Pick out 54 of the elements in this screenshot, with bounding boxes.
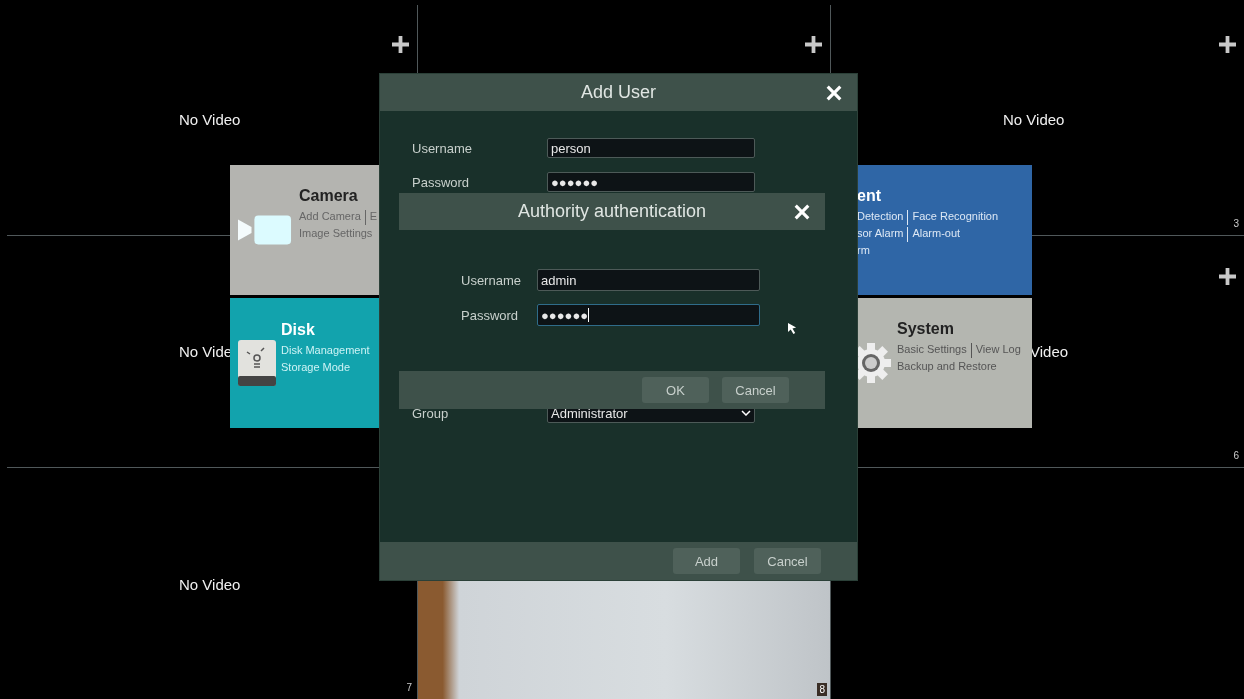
menu-link[interactable]: Add Camera — [299, 208, 361, 225]
caret-icon — [741, 410, 751, 416]
dialog-button[interactable]: Add — [673, 548, 740, 574]
menu-link[interactable]: View Log — [970, 343, 1021, 358]
channel-number: 7 — [406, 682, 412, 693]
field-label: Username — [412, 140, 473, 156]
menu-tile[interactable]: Camera Add Camera E Image Settings — [230, 165, 380, 295]
menu-link[interactable]: sor Alarm — [857, 225, 904, 242]
close-icon[interactable] — [793, 203, 811, 221]
no-video-label: No Video — [1003, 111, 1065, 128]
menu-link[interactable]: Backup and Restore — [897, 358, 997, 375]
no-video-label: No Video — [179, 111, 241, 128]
dialog-title: Authority authentication — [517, 201, 707, 222]
no-video-label: No Video — [179, 576, 241, 593]
channel-number: 3 — [1233, 218, 1239, 229]
input-field[interactable]: ●●●●●● — [547, 172, 755, 192]
input-field[interactable]: person — [547, 138, 755, 158]
mouse-pointer-icon — [788, 323, 797, 334]
menu-link[interactable]: Storage Mode — [281, 359, 351, 376]
input-field[interactable]: admin — [537, 269, 760, 291]
channel-number: 6 — [1233, 450, 1239, 461]
menu-link[interactable]: Alarm-out — [907, 227, 961, 242]
add-icon[interactable] — [805, 36, 822, 53]
menu-link[interactable]: Basic Settings — [897, 341, 967, 358]
input-field[interactable]: ●●●●●● — [537, 304, 760, 326]
tile-title: System — [897, 320, 955, 338]
menu-link[interactable]: Disk Management — [281, 342, 370, 359]
close-icon[interactable] — [825, 84, 843, 102]
tile-title: Camera — [299, 187, 359, 205]
menu-link[interactable]: E — [364, 210, 378, 225]
tile-title: Disk — [281, 321, 316, 339]
dialog-button[interactable]: Cancel — [722, 377, 789, 403]
no-video-label: No Vide — [179, 343, 233, 360]
add-icon[interactable] — [1219, 268, 1236, 285]
tile-title: ent — [857, 187, 882, 205]
menu-tile[interactable]: Disk Disk Management Storage Mode — [230, 298, 380, 428]
field-label: Password — [412, 174, 471, 190]
add-icon[interactable] — [1219, 36, 1236, 53]
menu-tile[interactable]: System Basic Settings View Log Backup and Restore — [857, 298, 1032, 428]
menu-tile[interactable]: ent Detection Face Recognition sor Alarm Alarm-out rm — [857, 165, 1032, 295]
dialog-button[interactable]: Cancel — [754, 548, 821, 574]
menu-link[interactable]: rm — [857, 242, 870, 259]
menu-link[interactable]: Detection — [857, 208, 904, 225]
field-label: Group — [412, 405, 450, 421]
add-icon[interactable] — [392, 36, 409, 53]
dialog-button[interactable]: OK — [642, 377, 709, 403]
menu-link[interactable]: Image Settings — [299, 225, 373, 242]
field-label: Username — [461, 272, 522, 288]
channel-number: 8 — [817, 683, 827, 696]
menu-link[interactable]: Face Recognition — [907, 210, 999, 225]
camera-icon — [238, 215, 292, 245]
no-video-label: Video — [1030, 343, 1069, 360]
field-label: Password — [461, 307, 520, 323]
dialog-title: Add User — [580, 82, 656, 103]
